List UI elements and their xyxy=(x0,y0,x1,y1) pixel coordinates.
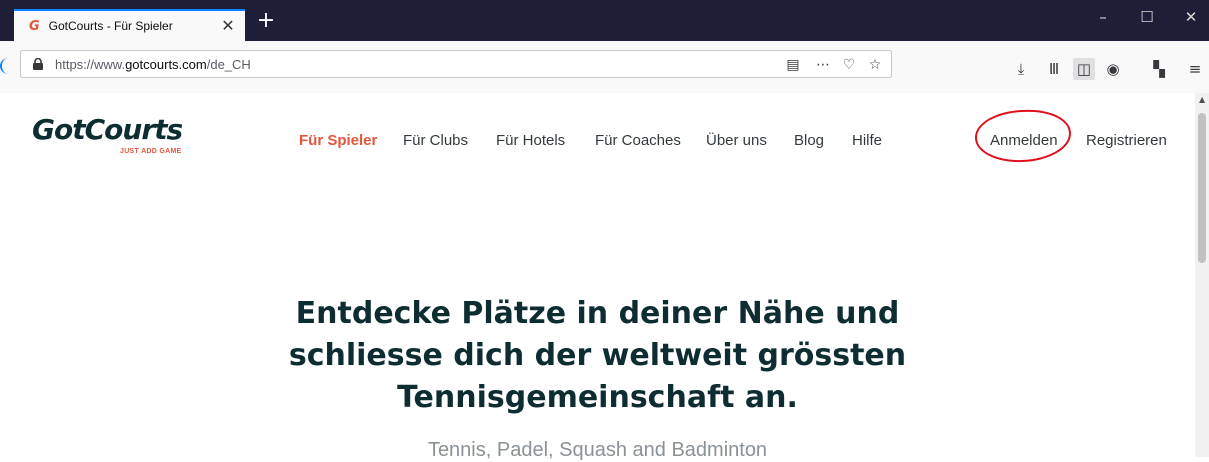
nav-link-blog[interactable]: Blog xyxy=(794,132,824,149)
scrollbar-thumb[interactable] xyxy=(1198,113,1206,263)
logo-text: GotCourts xyxy=(32,113,183,146)
web-page: GotCourts JUST ADD GAME Für Spieler Für … xyxy=(0,93,1195,461)
more-actions-icon[interactable]: ⋯ xyxy=(813,55,833,75)
extensions-icon[interactable]: ▚ xyxy=(1148,58,1170,80)
nav-link-hotels[interactable]: Für Hotels xyxy=(496,132,565,149)
url-bar[interactable]: https://www.gotcourts.com/de_CH ▤ ⋯ ♡ ☆ xyxy=(20,50,892,78)
hero-heading: Entdecke Plätze in deiner Nähe und schli… xyxy=(0,293,1195,419)
hero-line-3: Tennisgemeinschaft an. xyxy=(397,380,798,415)
nav-link-about[interactable]: Über uns xyxy=(706,132,767,149)
hero-line-2: schliesse dich der weltweit grössten xyxy=(288,338,907,373)
new-tab-button[interactable]: + xyxy=(254,10,278,34)
page-scrollbar[interactable]: ▲ xyxy=(1195,93,1209,457)
nav-link-players[interactable]: Für Spieler xyxy=(299,132,377,149)
nav-toolbar: https://www.gotcourts.com/de_CH ▤ ⋯ ♡ ☆ … xyxy=(0,41,1209,94)
close-window-button[interactable]: ✕ xyxy=(1168,8,1209,32)
url-text[interactable]: https://www.gotcourts.com/de_CH xyxy=(55,57,251,72)
nav-link-help[interactable]: Hilfe xyxy=(852,132,882,149)
minimize-button[interactable]: – xyxy=(1080,8,1126,32)
library-icon[interactable]: Ⅲ xyxy=(1043,58,1065,80)
tab-title: GotCourts - Für Spieler xyxy=(48,19,173,33)
nav-link-clubs[interactable]: Für Clubs xyxy=(403,132,468,149)
register-link[interactable]: Registrieren xyxy=(1086,132,1167,149)
bookmark-star-icon[interactable]: ☆ xyxy=(865,55,885,75)
back-button[interactable] xyxy=(0,58,10,74)
sidebar-icon[interactable]: ◫ xyxy=(1073,58,1095,80)
favicon-icon: G xyxy=(29,18,40,34)
hero-subtitle: Tennis, Padel, Squash and Badminton xyxy=(427,439,768,461)
logo-tagline: JUST ADD GAME xyxy=(120,148,182,155)
lock-icon[interactable] xyxy=(32,58,44,70)
account-icon[interactable]: ◉ xyxy=(1102,58,1124,80)
annotation-circle xyxy=(974,108,1072,164)
nav-link-coaches[interactable]: Für Coaches xyxy=(595,132,681,149)
tab-strip: G GotCourts - Für Spieler ✕ + – ☐ ✕ xyxy=(0,0,1209,41)
menu-icon[interactable]: ≡ xyxy=(1184,58,1206,80)
maximize-button[interactable]: ☐ xyxy=(1124,8,1170,32)
tab-close-icon[interactable]: ✕ xyxy=(217,16,239,36)
hero-line-1: Entdecke Plätze in deiner Nähe und xyxy=(295,296,900,331)
reader-view-icon[interactable]: ▤ xyxy=(783,55,803,75)
download-icon[interactable]: ⤓ xyxy=(1010,58,1032,80)
scroll-up-icon[interactable]: ▲ xyxy=(1199,95,1205,104)
pocket-icon[interactable]: ♡ xyxy=(839,55,859,75)
site-logo[interactable]: GotCourts JUST ADD GAME xyxy=(32,113,183,156)
browser-tab[interactable]: G GotCourts - Für Spieler ✕ xyxy=(14,9,245,41)
